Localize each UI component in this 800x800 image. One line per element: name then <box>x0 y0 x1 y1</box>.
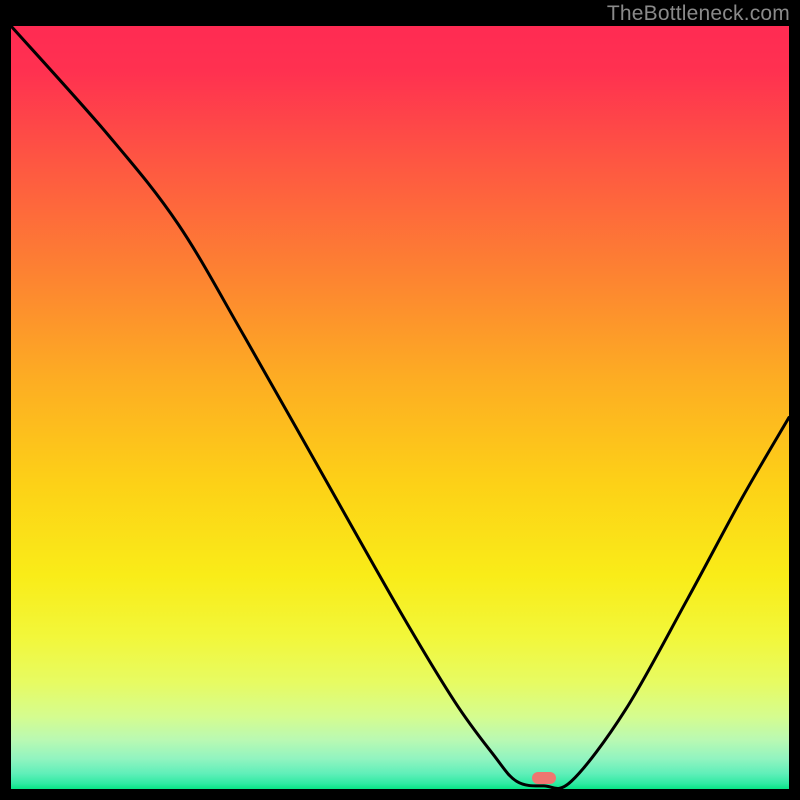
bottleneck-curve <box>11 26 789 789</box>
chart-frame: TheBottleneck.com <box>0 0 800 800</box>
plot-area <box>11 26 789 789</box>
optimum-marker <box>532 772 556 784</box>
watermark-label: TheBottleneck.com <box>607 2 790 26</box>
